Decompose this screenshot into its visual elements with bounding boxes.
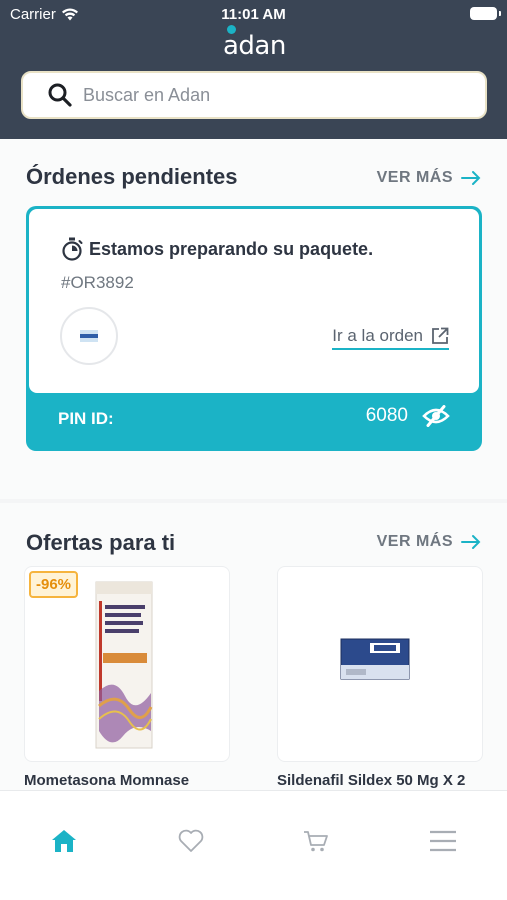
product-box-image <box>80 330 98 342</box>
product-name: Mometasona Momnase <box>24 772 190 789</box>
order-status-text: Estamos preparando su paquete. <box>89 238 374 259</box>
product-card[interactable] <box>277 566 483 762</box>
offers-see-more-button[interactable]: VER MÁS <box>377 533 481 551</box>
home-icon <box>52 830 76 852</box>
order-status: Estamos preparando su paquete. <box>61 237 373 261</box>
go-to-order-link[interactable]: Ir a la orden <box>332 326 449 350</box>
product-image-sildex-box <box>340 638 410 680</box>
pin-number: 6080 <box>365 405 408 426</box>
search-icon <box>48 83 72 107</box>
clock: 11:01 AM <box>221 6 286 23</box>
heart-icon <box>178 829 204 852</box>
product-image-nasal-spray-box <box>95 581 153 749</box>
search-bar[interactable]: Buscar en Adan <box>21 71 487 119</box>
cart-icon <box>304 831 328 852</box>
status-bar: Carrier 11:01 AM <box>0 0 507 28</box>
external-link-icon <box>432 327 449 344</box>
order-details: Estamos preparando su paquete. #OR3892 I… <box>29 209 479 393</box>
timer-icon <box>62 237 83 261</box>
go-to-order-label: Ir a la orden <box>332 326 423 345</box>
arrow-right-icon <box>461 535 481 549</box>
orders-title: Órdenes pendientes <box>26 164 238 189</box>
tab-home[interactable] <box>49 826 79 856</box>
app-logo: adan <box>223 25 286 59</box>
tab-favorites[interactable] <box>176 826 206 856</box>
arrow-right-icon <box>461 171 481 185</box>
see-more-label: VER MÁS <box>376 169 453 186</box>
logo-text: adan <box>223 31 286 61</box>
product-name: Sildenafil Sildex 50 Mg X 2 <box>277 772 466 789</box>
pin-value: 6080 <box>366 405 450 427</box>
app-header: Carrier 11:01 AM adan Buscar en Adan <box>0 0 507 139</box>
order-product-thumbnail <box>60 307 118 365</box>
pin-label: PIN ID: <box>58 409 114 428</box>
orders-see-more-button[interactable]: VER MÁS <box>377 169 481 187</box>
battery-icon <box>470 7 501 20</box>
menu-icon <box>430 830 456 852</box>
eye-off-icon[interactable] <box>422 405 450 427</box>
bottom-tab-bar <box>0 790 507 900</box>
offers-title: Ofertas para ti <box>26 530 176 555</box>
order-number: #OR3892 <box>61 273 134 292</box>
tab-menu[interactable] <box>428 826 458 856</box>
discount-badge: -96% <box>29 571 79 598</box>
logo-dot <box>227 25 236 34</box>
tab-cart[interactable] <box>301 826 331 856</box>
product-card[interactable]: -96% <box>24 566 230 762</box>
pending-order-card[interactable]: Estamos preparando su paquete. #OR3892 I… <box>26 206 482 451</box>
see-more-label: VER MÁS <box>376 533 453 550</box>
search-input[interactable]: Buscar en Adan <box>83 85 210 106</box>
